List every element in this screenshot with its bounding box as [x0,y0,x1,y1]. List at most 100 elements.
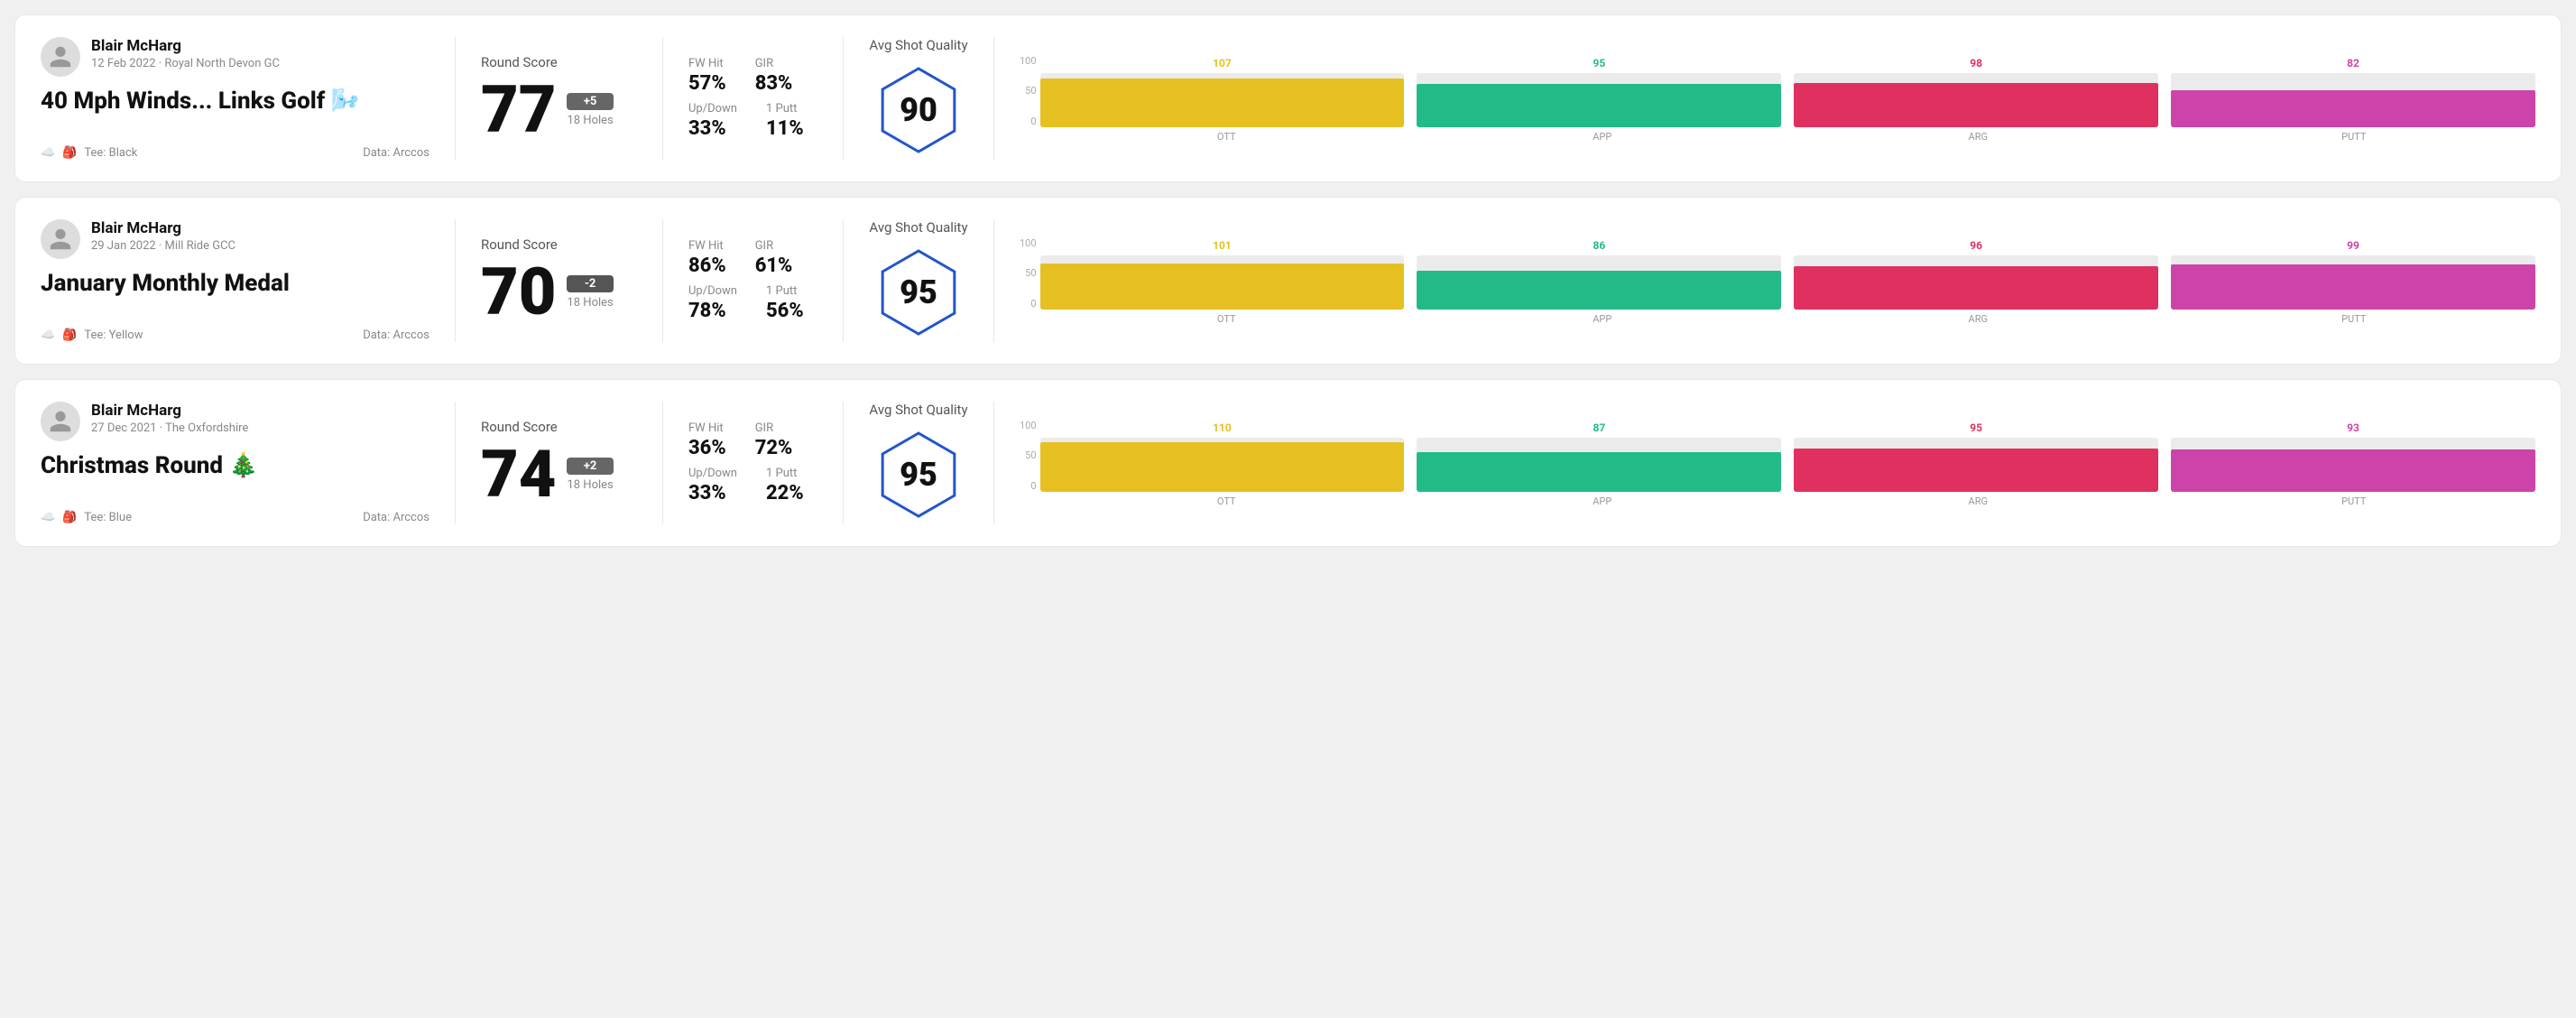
round-footer: ☁️ 🎒 Tee: Black Data: Arccos [41,146,429,160]
quality-label: Avg Shot Quality [869,37,967,53]
y-axis: 100 50 0 [1020,420,1040,492]
bar-column: 82 [2171,57,2535,127]
score-diff-badge: -2 [567,275,613,292]
player-name: Blair McHarg [91,402,248,420]
player-details: Blair McHarg 29 Jan 2022 · Mill Ride GCC [91,219,235,253]
round-footer: ☁️ 🎒 Tee: Blue Data: Arccos [41,511,429,524]
one-putt-value: 22% [766,482,804,504]
fw-hit-label: FW Hit [688,57,726,70]
score-section: Round Score 77 +5 18 Holes [456,37,663,160]
score-value: 74 [481,442,556,507]
up-down-value: 33% [688,117,737,140]
bar-x-label: PUTT [2173,131,2536,143]
chart-section: 100 50 0 107 [994,37,2535,160]
one-putt-label: 1 Putt [766,467,804,480]
quality-label: Avg Shot Quality [869,219,967,236]
score-diff-badge: +2 [567,458,613,475]
bag-icon: 🎒 [62,146,77,160]
bar-value-label: 96 [1970,239,1982,252]
bar-background [1417,73,1781,127]
bar-x-label: ARG [1796,131,2160,143]
round-card: Blair McHarg 12 Feb 2022 · Royal North D… [14,14,2562,182]
up-down-stat: Up/Down 33% [688,467,737,504]
score-diff-badge: +5 [567,93,613,110]
up-down-stat: Up/Down 33% [688,102,737,140]
bar-fill [1417,271,1781,310]
fw-hit-stat: FW Hit 86% [688,239,726,277]
stat-row-2: Up/Down 33% 1 Putt 11% [688,102,817,140]
chart-section: 100 50 0 110 [994,402,2535,524]
bar-background [2171,438,2535,492]
one-putt-value: 11% [766,117,804,140]
round-title: 40 Mph Winds... Links Golf 🌬️ [41,88,429,116]
bag-icon: 🎒 [62,329,77,342]
gir-label: GIR [755,57,793,70]
bag-icon: 🎒 [62,511,77,524]
left-section: Blair McHarg 12 Feb 2022 · Royal North D… [41,37,456,160]
weather-icon: ☁️ [41,146,55,160]
bar-value-label: 87 [1593,421,1605,434]
quality-score: 95 [900,456,937,494]
up-down-value: 78% [688,300,737,322]
round-title: January Monthly Medal [41,270,429,298]
player-details: Blair McHarg 27 Dec 2021 · The Oxfordshi… [91,402,248,435]
bar-background [2171,255,2535,310]
quality-section: Avg Shot Quality 90 [844,37,994,160]
bar-value-label: 99 [2347,239,2359,252]
round-card: Blair McHarg 27 Dec 2021 · The Oxfordshi… [14,379,2562,547]
bar-fill [1794,266,2158,310]
weather-icon: ☁️ [41,329,55,342]
bar-fill [2171,449,2535,492]
gir-label: GIR [755,239,793,253]
hexagon-container: 95 [869,243,968,342]
bar-column: 86 [1417,239,1781,310]
one-putt-stat: 1 Putt 56% [766,284,804,322]
fw-hit-value: 36% [688,437,726,459]
bar-column: 95 [1417,57,1781,127]
data-source: Data: Arccos [363,511,429,524]
stat-row-2: Up/Down 33% 1 Putt 22% [688,467,817,504]
bar-background [1417,438,1781,492]
player-meta: 12 Feb 2022 · Royal North Devon GC [91,57,280,70]
avatar [41,219,80,259]
score-row: 70 -2 18 Holes [481,260,637,325]
gir-label: GIR [755,421,793,435]
bar-column: 107 [1040,57,1405,127]
bar-background [1794,438,2158,492]
data-source: Data: Arccos [363,146,429,160]
holes-label: 18 Holes [567,296,613,310]
player-name: Blair McHarg [91,37,280,55]
bar-fill [2171,90,2535,127]
y-axis: 100 50 0 [1020,237,1040,310]
bar-column: 95 [1794,421,2158,492]
holes-label: 18 Holes [567,478,613,492]
chart-section: 100 50 0 101 [994,219,2535,342]
bar-fill [1040,79,1405,127]
bar-fill [2171,264,2535,310]
gir-stat: GIR 72% [755,421,793,459]
bar-x-label: OTT [1045,495,1408,507]
bar-value-label: 98 [1970,57,1982,69]
user-icon [48,44,73,69]
bar-column: 96 [1794,239,2158,310]
stat-row-1: FW Hit 57% GIR 83% [688,57,817,95]
player-details: Blair McHarg 12 Feb 2022 · Royal North D… [91,37,280,70]
stats-section: FW Hit 57% GIR 83% Up/Down 33% 1 Putt [663,37,844,160]
bar-value-label: 86 [1593,239,1605,252]
bar-value-label: 107 [1213,57,1232,69]
bar-value-label: 93 [2347,421,2359,434]
bar-background [1417,255,1781,310]
score-row: 74 +2 18 Holes [481,442,637,507]
gir-value: 61% [755,255,793,277]
stat-row-1: FW Hit 86% GIR 61% [688,239,817,277]
data-source: Data: Arccos [363,329,429,342]
tee-info: ☁️ 🎒 Tee: Black [41,146,137,160]
tee-info: ☁️ 🎒 Tee: Blue [41,511,132,524]
bar-column: 101 [1040,239,1405,310]
fw-hit-stat: FW Hit 57% [688,57,726,95]
round-score-label: Round Score [481,54,637,70]
gir-value: 83% [755,72,793,95]
fw-hit-value: 57% [688,72,726,95]
bar-fill [1040,264,1405,310]
bar-value-label: 95 [1593,57,1605,69]
